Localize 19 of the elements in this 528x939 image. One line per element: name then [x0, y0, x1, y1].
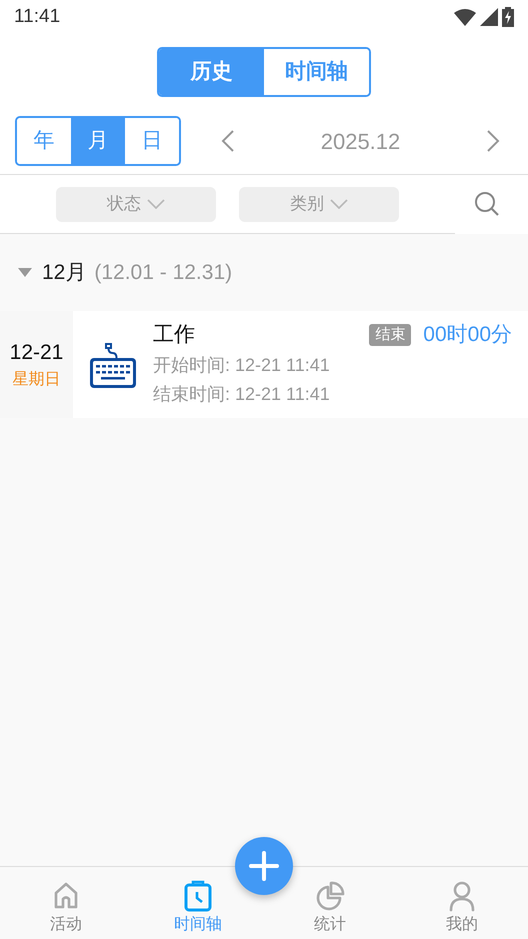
entry-weekday: 星期日 — [12, 370, 60, 390]
period-label: 2025.12 — [320, 128, 402, 156]
nav-tab[interactable]: 时间轴 — [132, 867, 264, 939]
entry-name: 工作 — [153, 322, 195, 348]
filter-dropdown[interactable]: 类别 — [239, 186, 399, 222]
filter-dropdown[interactable]: 状态 — [56, 186, 216, 222]
start-time: 开始时间: 12-21 11:41 — [153, 354, 331, 376]
nav-tab[interactable]: 统计 — [264, 867, 396, 939]
entry-date: 12-21 — [10, 340, 64, 366]
end-time: 结束时间: 12-21 11:41 — [153, 382, 331, 406]
view-tab[interactable]: 历史 — [159, 49, 264, 95]
status-tag: 结束 — [369, 324, 412, 346]
entry-duration: 00时00分 — [423, 322, 512, 348]
group-title: 12月 — [42, 260, 86, 286]
nav-tab[interactable]: 活动 — [0, 867, 132, 939]
group-range: (12.01 - 12.31) — [94, 260, 232, 286]
nav-tab[interactable]: 我的 — [396, 867, 528, 939]
status-time: 11:41 — [14, 4, 60, 29]
period-tab[interactable]: 月 — [71, 118, 125, 164]
